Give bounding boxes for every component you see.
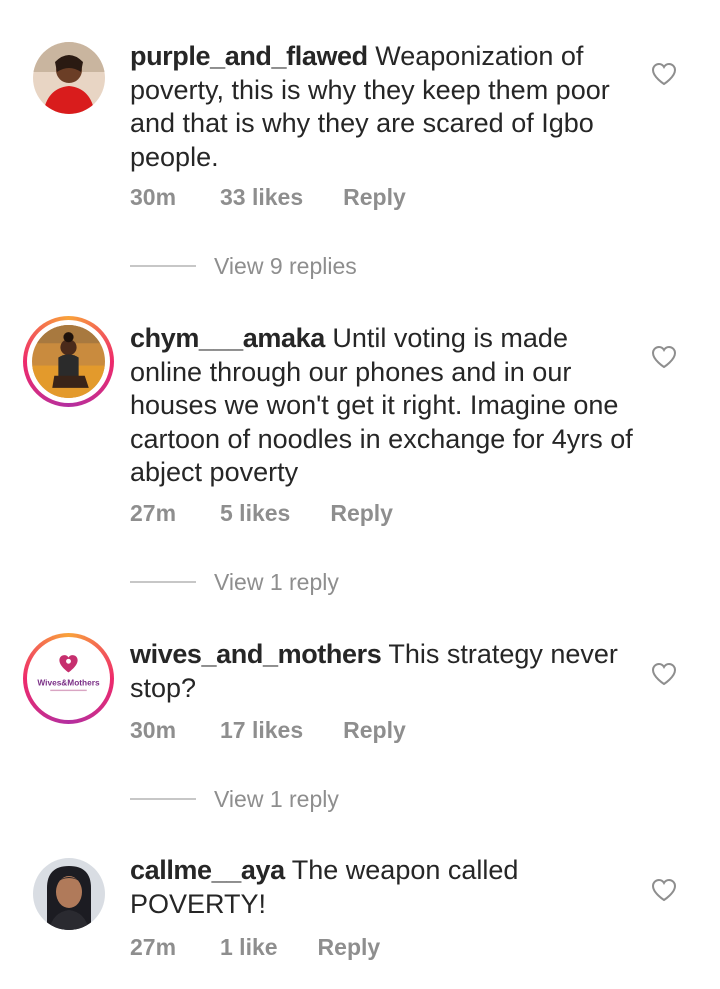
heart-outline-icon[interactable] — [651, 878, 677, 902]
comment-username[interactable]: purple_and_flawed — [130, 41, 368, 71]
comment-meta: 27m 5 likes Reply — [130, 500, 393, 527]
reply-button[interactable]: Reply — [330, 500, 393, 527]
comment-time: 30m — [130, 717, 177, 743]
view-replies-label: View 9 replies — [214, 253, 357, 279]
comment-likes[interactable]: 33 likes — [220, 184, 303, 211]
comment-meta: 27m 1 like Reply — [130, 934, 380, 961]
avatar-logo: Wives&Mothers — [32, 642, 105, 715]
comment-meta: 30m 17 likes Reply — [130, 717, 406, 744]
comment-likes[interactable]: 1 like — [220, 934, 278, 961]
avatar[interactable] — [23, 316, 114, 407]
comment-time: 30m — [130, 184, 177, 210]
avatar-image — [33, 858, 105, 930]
comment-likes[interactable]: 17 likes — [220, 717, 303, 744]
reply-button[interactable]: Reply — [318, 934, 381, 961]
heart-outline-icon[interactable] — [651, 662, 677, 686]
avatar-image — [33, 42, 105, 114]
avatar[interactable] — [33, 858, 105, 930]
comment-body: wives_and_mothers This strategy never st… — [130, 638, 635, 705]
comment-time: 27m — [130, 500, 177, 526]
reply-button[interactable]: Reply — [343, 717, 406, 744]
divider-line — [130, 264, 196, 267]
reply-button[interactable]: Reply — [343, 184, 406, 211]
divider-line — [130, 797, 196, 800]
view-replies-button[interactable]: View 1 reply — [130, 786, 339, 813]
heart-outline-icon[interactable] — [651, 345, 677, 369]
heart-outline-icon[interactable] — [651, 62, 677, 86]
view-replies-label: View 1 reply — [214, 569, 339, 595]
avatar[interactable] — [33, 42, 105, 114]
comment-body: purple_and_flawed Weaponization of pover… — [130, 40, 635, 174]
comment-username[interactable]: wives_and_mothers — [130, 639, 382, 669]
comment-body: chym___amaka Until voting is made online… — [130, 322, 635, 490]
view-replies-label: View 1 reply — [214, 786, 339, 812]
view-replies-button[interactable]: View 9 replies — [130, 253, 357, 280]
view-replies-button[interactable]: View 1 reply — [130, 569, 339, 596]
comment-username[interactable]: chym___amaka — [130, 323, 325, 353]
comment-username[interactable]: callme__aya — [130, 855, 285, 885]
avatar-logo-text: Wives&Mothers — [37, 678, 100, 688]
divider-line — [130, 580, 196, 583]
comment-likes[interactable]: 5 likes — [220, 500, 290, 527]
comment-meta: 30m 33 likes Reply — [130, 184, 406, 211]
avatar-image — [32, 325, 105, 398]
comment-body: callme__aya The weapon called POVERTY! — [130, 854, 635, 921]
comment-time: 27m — [130, 934, 177, 960]
avatar[interactable]: Wives&Mothers — [23, 633, 114, 724]
